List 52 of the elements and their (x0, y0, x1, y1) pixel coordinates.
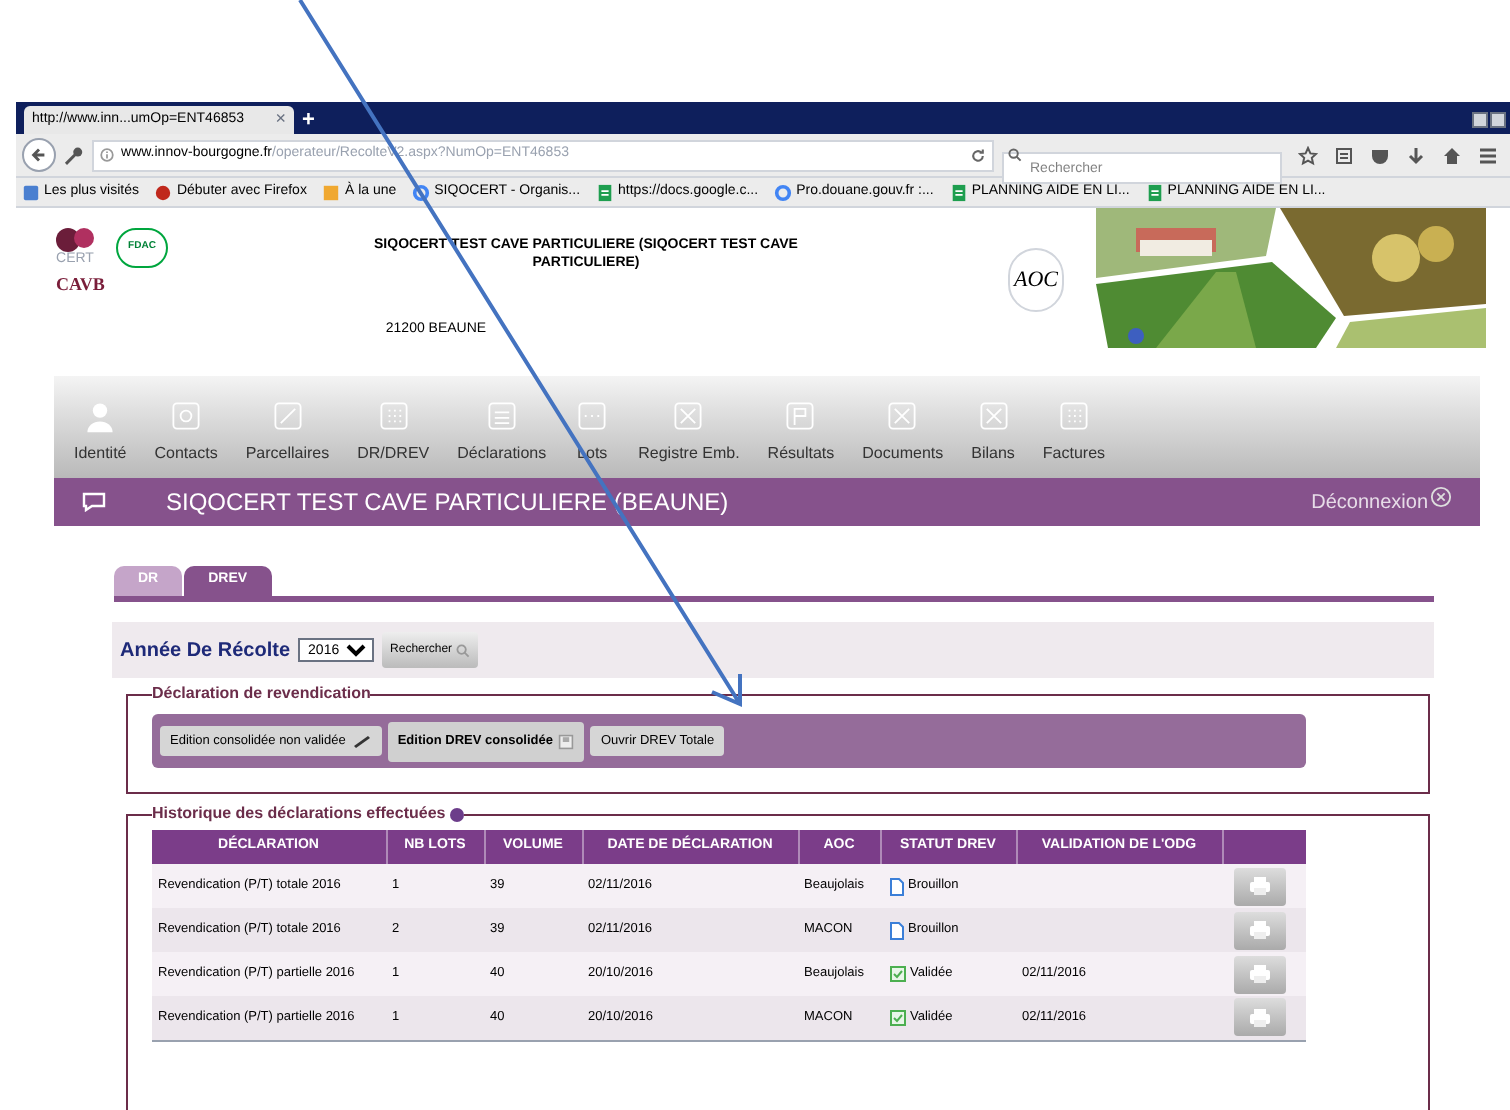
nav-item[interactable]: DR/DREV (357, 398, 430, 466)
window-controls-icon[interactable] (1472, 112, 1506, 128)
printer-icon (1248, 1007, 1272, 1028)
feed-icon (322, 183, 341, 201)
member-title: SIQOCERT TEST CAVE PARTICULIERE (BEAUNE) (166, 486, 729, 520)
nav-item[interactable]: Résultats (767, 398, 835, 466)
reload-icon[interactable] (970, 147, 986, 163)
pen-icon (351, 734, 372, 748)
g-icon (774, 183, 793, 201)
chat-icon (82, 492, 106, 512)
printer-icon (1248, 876, 1272, 896)
fox-icon (154, 183, 173, 201)
close-icon[interactable] (1430, 485, 1452, 507)
dots-icon (574, 398, 611, 434)
print-button[interactable] (1234, 867, 1286, 905)
back-arrow-icon (29, 146, 48, 164)
printer-icon (1248, 920, 1272, 940)
cavb-logo: CAVB (56, 272, 107, 298)
year-label: Année De Récolte (120, 637, 291, 665)
search-icon (1008, 148, 1022, 162)
logout-link[interactable]: Déconnexion (1311, 487, 1428, 517)
help-icon[interactable] (449, 807, 464, 821)
g-icon (412, 183, 431, 201)
printer-icon (1248, 964, 1272, 984)
person-icon (82, 398, 119, 434)
sheet-icon (949, 183, 968, 201)
back-button[interactable] (22, 138, 56, 172)
panel-legend: Déclaration de revendication (152, 682, 371, 706)
grid-icon (375, 398, 412, 434)
flag-icon (782, 398, 819, 434)
info-icon[interactable] (99, 148, 114, 162)
nav-item[interactable]: Factures (1042, 398, 1106, 466)
grid-icon (1055, 398, 1092, 434)
key-icon (63, 145, 84, 165)
nav-item[interactable]: Parcellaires (245, 398, 330, 466)
print-button[interactable] (1234, 911, 1286, 949)
nav-item[interactable]: Documents (862, 398, 944, 466)
nav-item[interactable]: Registre Emb. (638, 398, 740, 466)
nav-item[interactable]: Bilans (971, 398, 1015, 466)
nav-item[interactable]: Identité (74, 398, 127, 466)
nav-item[interactable]: Contacts (154, 398, 218, 466)
nav-item[interactable]: Déclarations (457, 398, 547, 466)
print-button[interactable] (1234, 998, 1286, 1037)
close-icon[interactable]: × (275, 106, 286, 134)
panel-legend: Historique des déclarations effectuées (152, 802, 446, 826)
pencil-icon (269, 398, 306, 434)
aoc-logo: AOC (1008, 248, 1064, 312)
print-button[interactable] (1234, 955, 1286, 993)
sheet-icon (596, 183, 615, 201)
list-icon (483, 398, 520, 434)
search-icon (456, 643, 471, 657)
new-tab-button[interactable]: + (302, 106, 315, 134)
